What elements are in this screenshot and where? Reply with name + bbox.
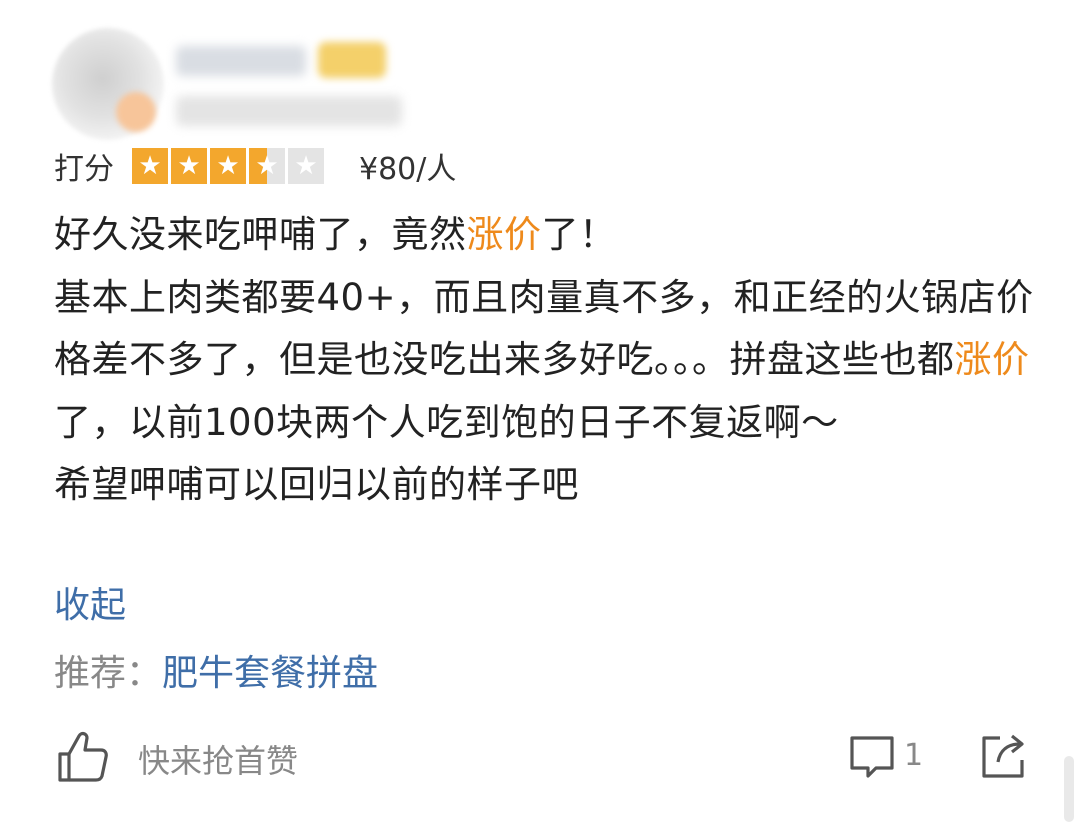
price-per-person: ¥80/人: [359, 152, 457, 187]
star-icon: ★: [132, 148, 168, 184]
review-line: 好久没来吃呷哺了，竟然涨价了！: [54, 204, 1034, 267]
review-text-segment: 了！: [541, 213, 617, 256]
star-icon: ★: [288, 148, 324, 184]
star-icon: ★: [210, 148, 246, 184]
recommend-label: 推荐：: [54, 653, 163, 694]
review-text-segment: 了，以前100块两个人吃到饱的日子不复返啊～: [54, 400, 839, 444]
rating-row: 打分 ★ ★ ★ ★ ★ ¥80/人: [54, 146, 457, 187]
thumbs-up-icon[interactable]: [54, 728, 110, 784]
review-highlight: 涨价: [466, 213, 542, 256]
comment-icon[interactable]: [848, 734, 896, 780]
review-text: 好久没来吃呷哺了，竟然涨价了！ 基本上肉类都要40+，而且肉量真不多，和正经的火…: [54, 204, 1034, 517]
review-highlight: 涨价: [954, 338, 1030, 381]
star-rating: ★ ★ ★ ★ ★: [132, 148, 327, 184]
star-icon: ★: [249, 148, 285, 184]
recommended-dishes: 推荐： 肥牛套餐拼盘: [54, 644, 378, 696]
collapse-link[interactable]: 收起: [54, 576, 126, 628]
star-icon: ★: [171, 148, 207, 184]
review-text-segment: 好久没来吃呷哺了，竟然: [54, 213, 467, 256]
review-line: 基本上肉类都要40+，而且肉量真不多，和正经的火锅店价格差不多了，但是也没吃出来…: [54, 267, 1034, 455]
avatar-badge: [116, 92, 156, 132]
like-prompt[interactable]: 快来抢首赞: [138, 736, 298, 782]
comment-count[interactable]: 1: [904, 738, 923, 773]
review-line: 希望呷哺可以回归以前的样子吧: [54, 463, 579, 506]
user-meta-blurred: [176, 96, 402, 126]
rating-label: 打分: [54, 152, 114, 187]
share-icon[interactable]: [978, 732, 1026, 780]
review-text-segment: 基本上肉类都要40+，而且肉量真不多，和正经的火锅店价格差不多了，但是也没吃出来…: [54, 275, 1034, 382]
scrollbar[interactable]: [1064, 756, 1074, 822]
recommended-dish-link[interactable]: 肥牛套餐拼盘: [162, 644, 378, 696]
user-level-badge-blurred: [318, 42, 386, 78]
username-blurred[interactable]: [176, 46, 306, 76]
